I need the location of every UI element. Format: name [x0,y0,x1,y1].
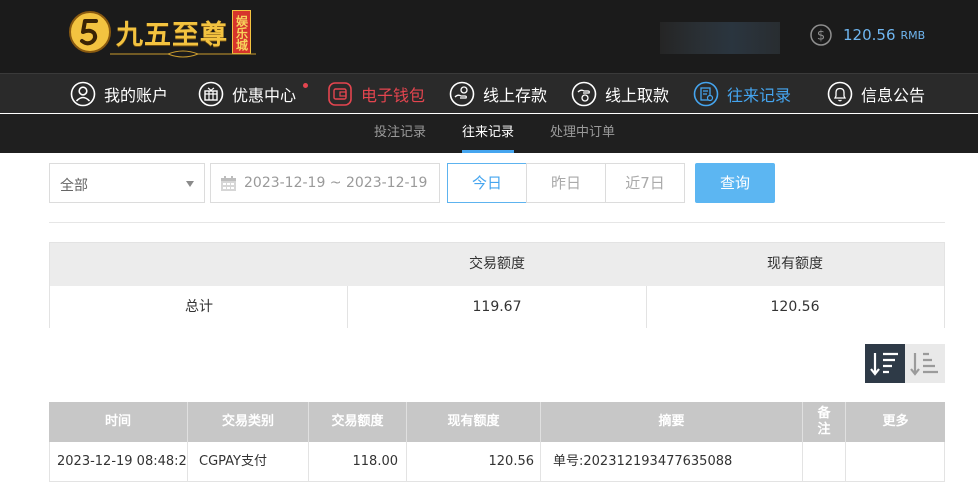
nav-item-my-account[interactable]: 我的账户 [70,74,168,114]
summary-row: 总计 119.67 120.56 [50,286,944,328]
nav-item-online-withdraw[interactable]: 线上取款 [571,74,669,114]
gift-icon [198,81,224,107]
withdraw-icon [571,81,597,107]
nav-label: 我的账户 [104,86,169,105]
nav-label: 线上取款 [605,86,670,105]
summary-total-amount: 119.67 [472,299,522,315]
nav-label: 优惠中心 [232,86,297,105]
summary-header-cell [50,243,348,285]
select-value: 全部 [60,178,88,194]
transaction-type-select[interactable]: 全部 [49,163,205,203]
records-header: 时间 交易类别 交易额度 现有额度 摘要 备注 更多 [49,402,945,442]
nav-label: 电子钱包 [361,86,426,105]
summary-table: 交易额度 现有额度 总计 119.67 120.56 [49,242,945,328]
quick-today-button[interactable]: 今日 [447,163,527,203]
summary-header: 交易额度 现有额度 [50,243,944,286]
records-icon [693,81,719,107]
summary-total-label: 总计 [185,299,213,315]
divider [49,222,945,223]
cell-amount: 118.00 [309,442,407,482]
nav-label: 往来记录 [727,86,792,105]
summary-header-balance: 现有额度 [767,256,823,272]
wallet-icon [328,82,352,106]
balance-unit: RMB [900,28,926,42]
calendar-icon [221,176,236,191]
divider [646,286,647,328]
caret-down-icon [186,181,194,187]
date-range-value: 2023-12-19 ~ 2023-12-19 [244,175,428,191]
site-logo[interactable]: 九五至尊 娱乐城 [68,10,251,54]
nav-item-transaction-records[interactable]: 往来记录 [693,74,791,114]
table-row: 2023-12-19 08:48:23 CGPAY支付 118.00 120.5… [49,442,945,482]
col-header-more: 更多 [882,414,909,429]
logo-seal: 娱乐城 [232,10,251,54]
deposit-icon [449,81,475,107]
nav-item-announcements[interactable]: 信息公告 [827,74,925,114]
quick-yesterday-button[interactable]: 昨日 [526,163,606,203]
balance-display: $ 120.56 RMB [810,24,925,46]
tab-pending-orders[interactable]: 处理中订单 [550,114,615,153]
summary-header-amount: 交易额度 [469,256,525,272]
col-header-type: 交易类别 [188,402,309,442]
cell-remark [803,442,846,482]
tab-transaction-records[interactable]: 往来记录 [462,114,515,153]
cell-balance: 120.56 [407,442,541,482]
cell-time: 2023-12-19 08:48:23 [50,442,188,482]
query-button[interactable]: 查询 [695,163,775,203]
notification-dot [303,83,308,88]
sort-desc-icon [870,352,898,376]
sort-descending-button[interactable] [865,344,905,383]
col-header-summary: 摘要 [541,402,803,442]
col-header-balance: 现有额度 [407,402,541,442]
nav-item-e-wallet[interactable]: 电子钱包 [327,74,425,114]
sub-nav: 投注记录 往来记录 处理中订单 [0,114,978,153]
col-header-remark: 备注 [803,402,846,442]
col-header-amount: 交易额度 [309,402,407,442]
svg-text:$: $ [817,29,825,44]
tab-bet-records[interactable]: 投注记录 [374,114,426,153]
user-icon [70,81,96,107]
coin-icon: $ [810,24,832,46]
nav-item-promotions[interactable]: 优惠中心 [198,74,308,114]
logo-badge-icon [68,10,112,54]
main-nav: 我的账户 优惠中心 电子钱包 线上存款 线上取款 往来记录 信息公告 [0,73,978,113]
quick-7days-button[interactable]: 近7日 [605,163,685,203]
cell-summary: 单号:202312193477635088 [541,442,803,482]
divider [347,286,348,328]
date-range-input[interactable]: 2023-12-19 ~ 2023-12-19 [210,163,440,203]
balance-amount: 120.56 [843,26,896,44]
summary-total-balance: 120.56 [770,299,820,315]
nav-label: 信息公告 [861,86,926,105]
nav-item-online-deposit[interactable]: 线上存款 [449,74,547,114]
bell-icon [827,81,853,107]
sort-asc-icon [910,352,938,376]
logo-flourish-icon [110,50,256,58]
sort-ascending-button[interactable] [905,344,945,383]
cell-more[interactable] [846,442,945,482]
nav-label: 线上存款 [483,86,548,105]
records-table: 时间 交易类别 交易额度 现有额度 摘要 备注 更多 2023-12-19 08… [49,402,945,482]
top-bar: 九五至尊 娱乐城 $ 120.56 RMB [0,0,978,73]
logo-text: 九五至尊 [116,19,228,51]
col-header-time: 时间 [49,402,188,442]
cell-type: CGPAY支付 [188,442,309,482]
username-redacted [660,22,780,54]
